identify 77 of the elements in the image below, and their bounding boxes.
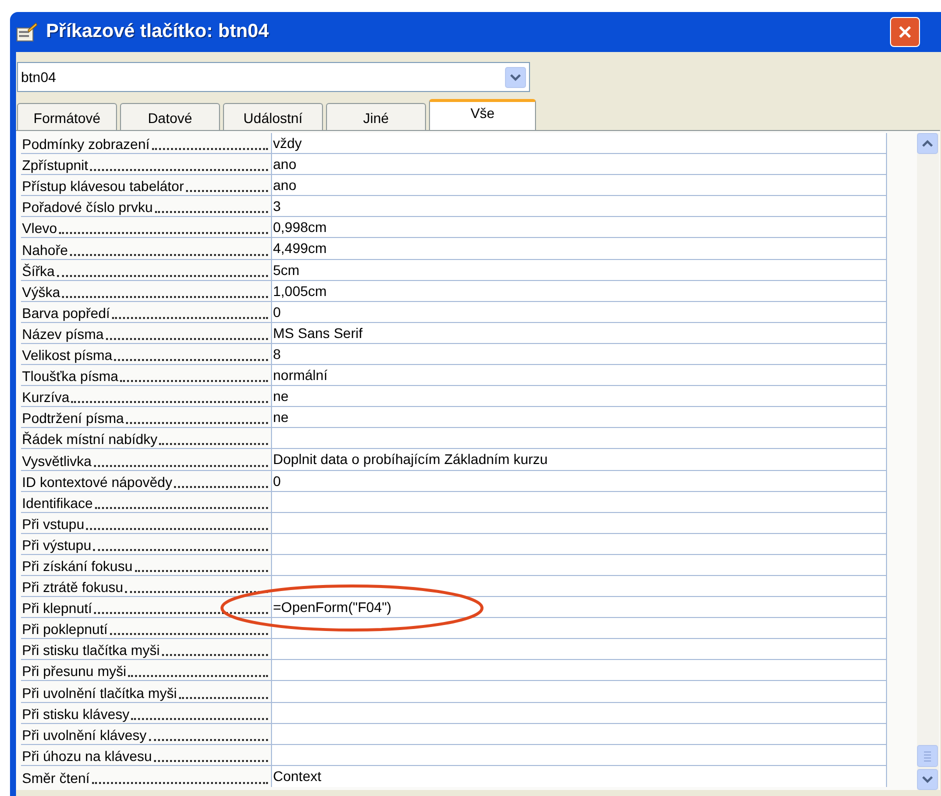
object-select[interactable]: btn04 xyxy=(17,62,530,92)
property-value-field[interactable]: ano xyxy=(271,175,887,196)
property-value-field[interactable] xyxy=(271,576,887,596)
property-value-field[interactable]: ne xyxy=(271,386,887,406)
property-value-field[interactable]: 1,005cm xyxy=(271,280,887,301)
tab[interactable]: Jiné xyxy=(326,103,426,130)
property-value-field[interactable]: 0 xyxy=(271,302,887,322)
property-label: Při vstupu xyxy=(22,514,86,533)
property-label: Při výstupu xyxy=(22,536,92,554)
scrollbar[interactable] xyxy=(917,133,939,790)
property-value-field[interactable]: ano xyxy=(271,154,887,174)
property-value-field[interactable]: Doplnit data o probíhajícím Základním kurzu xyxy=(271,449,887,470)
property-label: Velikost písma xyxy=(22,346,114,364)
property-value-field[interactable]: =OpenForm("F04") xyxy=(271,597,887,618)
property-label: Šířka xyxy=(22,262,56,280)
property-label: Při ztrátě fokusu xyxy=(22,578,124,596)
property-label: Pořadové číslo prvku xyxy=(22,198,154,216)
property-label: Směr čtení xyxy=(22,768,91,787)
property-value-field[interactable]: 0 xyxy=(271,470,887,491)
property-label: Přístup klávesou tabelátor xyxy=(22,177,185,196)
property-value-field[interactable]: 0,998cm xyxy=(271,217,887,238)
property-value-field[interactable] xyxy=(271,744,887,765)
property-label: Při stisku tlačítka myši xyxy=(22,641,161,660)
property-value-field[interactable]: 5cm xyxy=(271,260,887,280)
property-label: Nahoře xyxy=(22,240,69,259)
property-value-field[interactable] xyxy=(271,618,887,638)
dropdown-icon xyxy=(505,66,526,88)
property-label: Vysvětlivka xyxy=(22,452,93,470)
scroll-down-icon[interactable] xyxy=(917,769,938,790)
tab[interactable]: Datové xyxy=(120,103,220,130)
property-value-field[interactable]: ne xyxy=(271,407,887,428)
property-value-field[interactable] xyxy=(271,534,887,554)
property-value-field[interactable] xyxy=(271,702,887,723)
property-label: Při získání fokusu xyxy=(22,556,134,575)
property-value-field[interactable]: normální xyxy=(271,365,887,386)
property-label: Zpřístupnit xyxy=(22,156,90,174)
property-label: Při stisku klávesy xyxy=(22,704,130,723)
properties-icon xyxy=(16,22,38,42)
property-value-field[interactable] xyxy=(271,660,887,680)
property-label: Při klepnutí xyxy=(22,599,94,618)
tab[interactable]: Formátové xyxy=(17,103,117,130)
window-title: Příkazové tlačítko: btn04 xyxy=(46,20,269,44)
property-label: Podtržení písma xyxy=(22,409,125,428)
property-label: Identifikace xyxy=(22,494,94,512)
tab[interactable]: Vše xyxy=(429,99,536,130)
scroll-thumb-icon[interactable] xyxy=(917,745,938,767)
tab[interactable]: Událostní xyxy=(223,103,323,130)
property-value-field[interactable] xyxy=(271,428,887,448)
property-value-field[interactable]: 4,499cm xyxy=(271,238,887,259)
property-label: Vlevo xyxy=(22,219,58,238)
property-value-field[interactable]: vždy xyxy=(271,133,887,154)
property-label: Při poklepnutí xyxy=(22,620,109,638)
property-value-field[interactable] xyxy=(271,512,887,533)
property-label: Při uvolnění klávesy xyxy=(22,726,148,744)
property-value-field[interactable]: 8 xyxy=(271,344,887,364)
property-label: Kurzíva xyxy=(22,388,70,406)
property-label: Při úhozu na klávesu xyxy=(22,746,153,765)
property-value-field[interactable] xyxy=(271,681,887,702)
property-value-field[interactable]: 3 xyxy=(271,196,887,216)
property-label: Výška xyxy=(22,282,62,301)
property-value-field[interactable]: Context xyxy=(271,766,887,787)
property-label: Při přesunu myši xyxy=(22,662,128,680)
property-label: ID kontextové nápovědy xyxy=(22,472,174,491)
property-value-field[interactable] xyxy=(271,639,887,660)
property-label: Název písma xyxy=(22,324,105,343)
property-label: Řádek místní nabídky xyxy=(22,430,158,448)
property-label: Barva popředí xyxy=(22,304,111,322)
property-label: Tloušťka písma xyxy=(22,367,120,386)
property-value-field[interactable] xyxy=(271,554,887,575)
scroll-up-icon[interactable] xyxy=(917,133,938,154)
close-button[interactable] xyxy=(890,17,920,47)
property-label: Při uvolnění tlačítka myši xyxy=(22,684,178,702)
property-value-field[interactable] xyxy=(271,724,887,744)
property-label: Podmínky zobrazení xyxy=(22,135,151,154)
property-value-field[interactable]: MS Sans Serif xyxy=(271,322,887,343)
property-value-field[interactable] xyxy=(271,492,887,512)
close-icon xyxy=(897,24,913,40)
